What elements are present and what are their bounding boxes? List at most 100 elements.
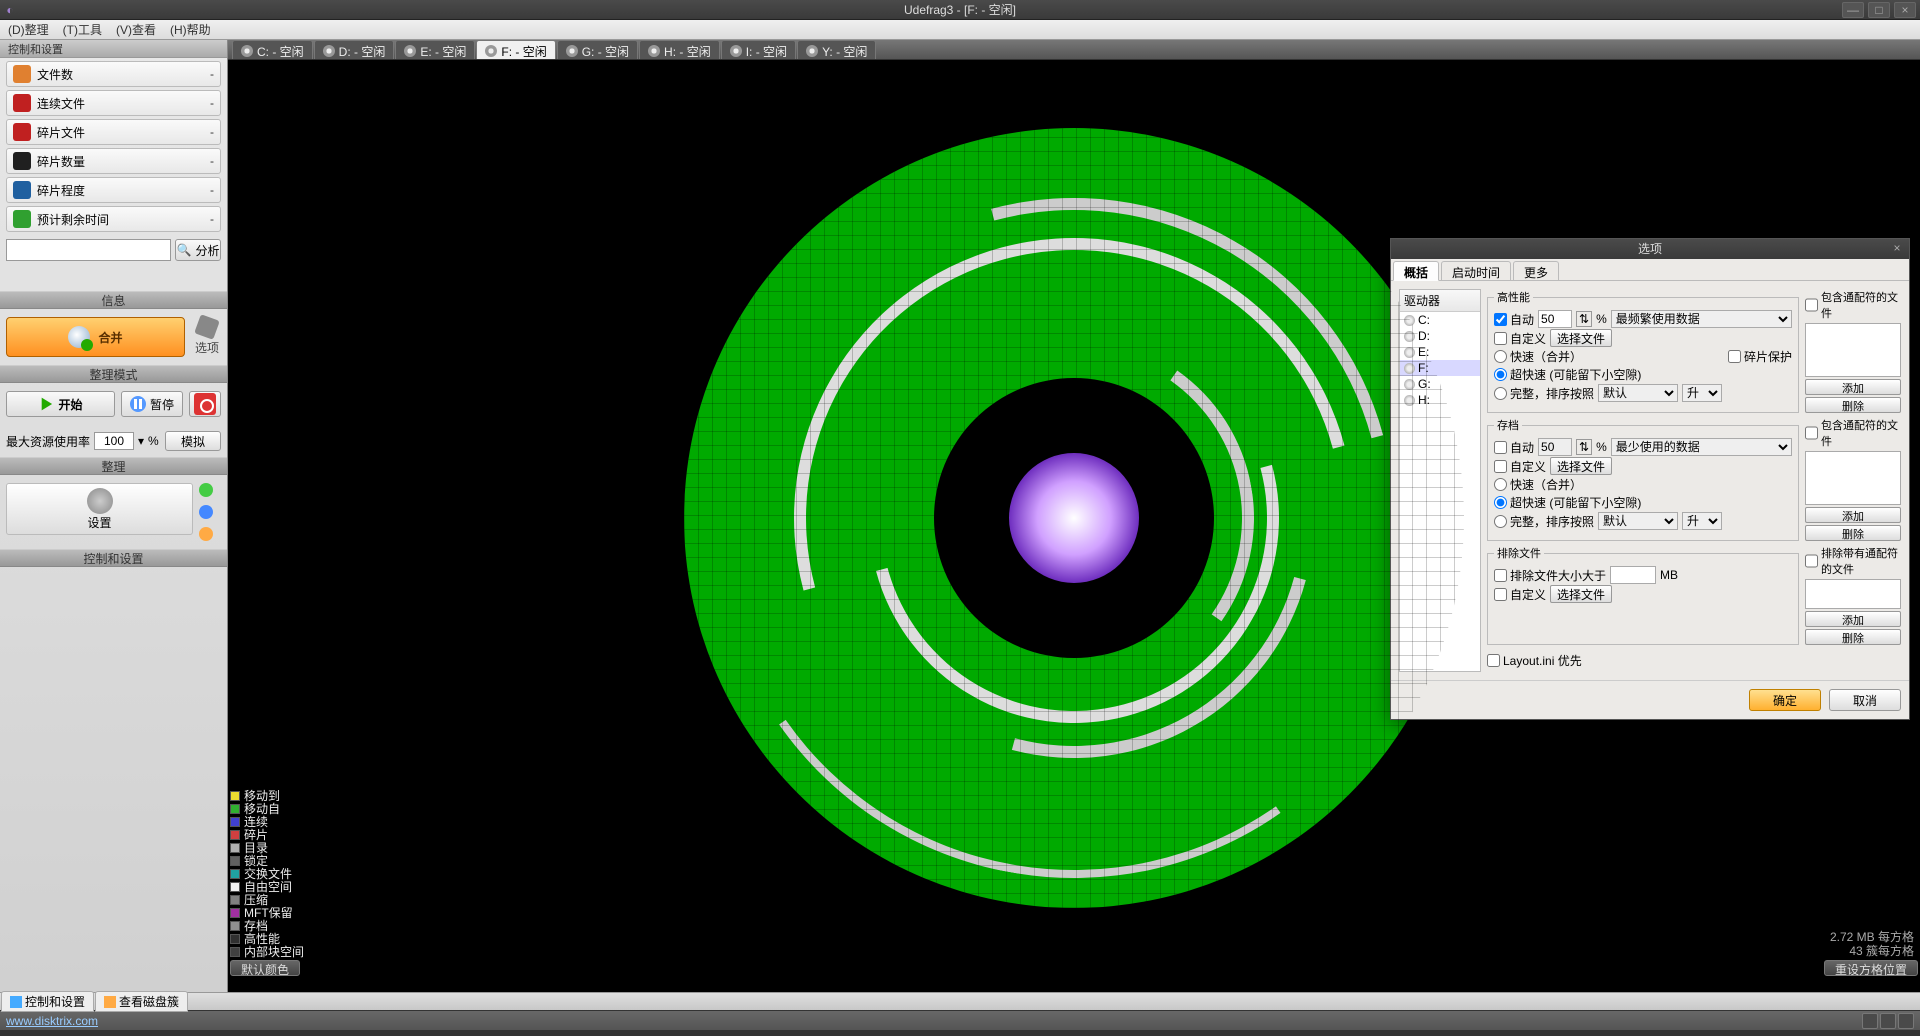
stat-row-3[interactable]: 碎片数量-	[6, 148, 221, 174]
close-button[interactable]: ×	[1894, 2, 1916, 18]
tab-general[interactable]: 概括	[1393, 261, 1439, 281]
refresh-icon[interactable]	[199, 483, 213, 497]
exclude-size-check[interactable]: 排除文件大小大于	[1494, 567, 1606, 584]
choose-file-3[interactable]: 选择文件	[1550, 585, 1612, 603]
bottom-tab-clusters[interactable]: 查看磁盘簇	[95, 991, 188, 1012]
app-icon: ◐	[0, 3, 20, 17]
auto-sort[interactable]: 最频繁使用数据	[1611, 310, 1792, 328]
help-icon[interactable]	[199, 527, 213, 541]
wildcard-exclude-list[interactable]	[1805, 579, 1901, 609]
disk-icon	[241, 45, 253, 57]
status-icon-1[interactable]	[1862, 1013, 1878, 1029]
auto-check[interactable]: 自动	[1494, 311, 1534, 328]
fast-radio[interactable]: 快速（合并）	[1494, 348, 1582, 365]
status-icon-2[interactable]	[1880, 1013, 1896, 1029]
full-sort[interactable]: 默认	[1598, 384, 1678, 402]
tab-startup[interactable]: 启动时间	[1441, 261, 1511, 280]
arc-superfast-radio[interactable]: 超快速 (可能留下小空隙)	[1494, 494, 1641, 511]
drive-tab-7[interactable]: Y: - 空闲	[797, 40, 876, 59]
arc-auto-value[interactable]	[1538, 438, 1572, 456]
full-dir[interactable]: 升	[1682, 384, 1722, 402]
pause-button[interactable]: 暂停	[121, 391, 183, 417]
settings-button[interactable]: 设置	[6, 483, 193, 535]
menu-arrange[interactable]: (D)整理	[8, 21, 49, 38]
del-include-button[interactable]: 删除	[1805, 397, 1901, 413]
drive-tab-3[interactable]: F: - 空闲	[476, 40, 555, 59]
superfast-radio[interactable]: 超快速 (可能留下小空隙)	[1494, 366, 1641, 383]
analyze-button[interactable]: 🔍 分析	[175, 239, 221, 261]
stat-row-0[interactable]: 文件数-	[6, 61, 221, 87]
stop-button[interactable]	[189, 391, 221, 417]
maximize-button[interactable]: □	[1868, 2, 1890, 18]
add-include-button[interactable]: 添加	[1805, 379, 1901, 395]
arc-sort[interactable]: 最少使用的数据	[1611, 438, 1792, 456]
arrange-header: 整理	[0, 457, 227, 475]
choose-file-2[interactable]: 选择文件	[1550, 457, 1612, 475]
del-exclude-button[interactable]: 删除	[1805, 629, 1901, 645]
drive-tab-2[interactable]: E: - 空闲	[395, 40, 475, 59]
merge-button[interactable]: 合并	[6, 317, 185, 357]
stat-row-2[interactable]: 碎片文件-	[6, 119, 221, 145]
custom-check[interactable]: 自定义	[1494, 330, 1546, 347]
wildcard-include-check-2[interactable]: 包含通配符的文件	[1805, 417, 1901, 449]
resource-input[interactable]	[94, 432, 134, 450]
reset-grid-button[interactable]: 重设方格位置	[1824, 960, 1918, 976]
auto-value[interactable]	[1538, 310, 1572, 328]
arc-fast-radio[interactable]: 快速（合并）	[1494, 476, 1582, 493]
dialog-title[interactable]: 选项×	[1391, 239, 1909, 259]
wildcard-include-check[interactable]: 包含通配符的文件	[1805, 289, 1901, 321]
wildcard-exclude-check[interactable]: 排除带有通配符的文件	[1805, 545, 1901, 577]
default-colors-button[interactable]: 默认颜色	[230, 960, 300, 976]
menu-view[interactable]: (V)查看	[116, 21, 156, 38]
stat-label: 连续文件	[37, 95, 85, 112]
wildcard-include-list[interactable]	[1805, 323, 1901, 377]
drive-tab-0[interactable]: C: - 空闲	[232, 40, 313, 59]
del-include-button-2[interactable]: 删除	[1805, 525, 1901, 541]
simulate-button[interactable]: 模拟	[165, 431, 221, 451]
status-icon-3[interactable]	[1898, 1013, 1914, 1029]
work-area: C: - 空闲D: - 空闲E: - 空闲F: - 空闲G: - 空闲H: - …	[228, 40, 1920, 992]
arc-custom-check[interactable]: 自定义	[1494, 458, 1546, 475]
cancel-button[interactable]: 取消	[1829, 689, 1901, 711]
drive-tab-6[interactable]: I: - 空闲	[721, 40, 796, 59]
arc-full-dir[interactable]: 升	[1682, 512, 1722, 530]
minimize-button[interactable]: —	[1842, 2, 1864, 18]
drive-tab-1[interactable]: D: - 空闲	[314, 40, 395, 59]
arc-full-sort[interactable]: 默认	[1598, 512, 1678, 530]
frag-protect-check[interactable]: 碎片保护	[1728, 348, 1792, 365]
menu-help[interactable]: (H)帮助	[170, 21, 211, 38]
dialog-close-icon[interactable]: ×	[1889, 241, 1905, 257]
resource-label: 最大资源使用率	[6, 433, 90, 450]
legend-item-12: 内部块空间	[230, 945, 304, 958]
info-icon[interactable]	[199, 505, 213, 519]
drive-tab-4[interactable]: G: - 空闲	[557, 40, 638, 59]
pause-icon	[130, 396, 146, 412]
stat-row-5[interactable]: 预计剩余时间-	[6, 206, 221, 232]
status-link[interactable]: www.disktrix.com	[6, 1014, 98, 1028]
disk-map[interactable]	[684, 128, 1464, 908]
stat-value: -	[210, 96, 214, 110]
layout-check[interactable]: Layout.ini 优先	[1487, 652, 1582, 669]
add-exclude-button[interactable]: 添加	[1805, 611, 1901, 627]
stat-row-4[interactable]: 碎片程度-	[6, 177, 221, 203]
full-radio[interactable]: 完整，排序按照	[1494, 385, 1594, 402]
stat-row-1[interactable]: 连续文件 -	[6, 90, 221, 116]
gear-icon	[87, 488, 113, 514]
archive-group: 存档 自动⇅%最少使用的数据 自定义选择文件 快速（合并） 超快速 (可能留下小…	[1487, 417, 1799, 541]
tab-more[interactable]: 更多	[1513, 261, 1559, 280]
menu-tools[interactable]: (T)工具	[63, 21, 102, 38]
bottom-tab-control[interactable]: 控制和设置	[1, 991, 94, 1012]
arc-full-radio[interactable]: 完整，排序按照	[1494, 513, 1594, 530]
drive-tab-5[interactable]: H: - 空闲	[639, 40, 720, 59]
stat-icon	[13, 123, 31, 141]
wildcard-include-list-2[interactable]	[1805, 451, 1901, 505]
start-button[interactable]: 开始	[6, 391, 115, 417]
exclude-custom-check[interactable]: 自定义	[1494, 586, 1546, 603]
exclude-size-input[interactable]	[1610, 566, 1656, 584]
add-include-button-2[interactable]: 添加	[1805, 507, 1901, 523]
search-input[interactable]	[6, 239, 171, 261]
options-button[interactable]: 选项	[193, 317, 221, 357]
arc-auto-check[interactable]: 自动	[1494, 439, 1534, 456]
choose-file-1[interactable]: 选择文件	[1550, 329, 1612, 347]
ok-button[interactable]: 确定	[1749, 689, 1821, 711]
